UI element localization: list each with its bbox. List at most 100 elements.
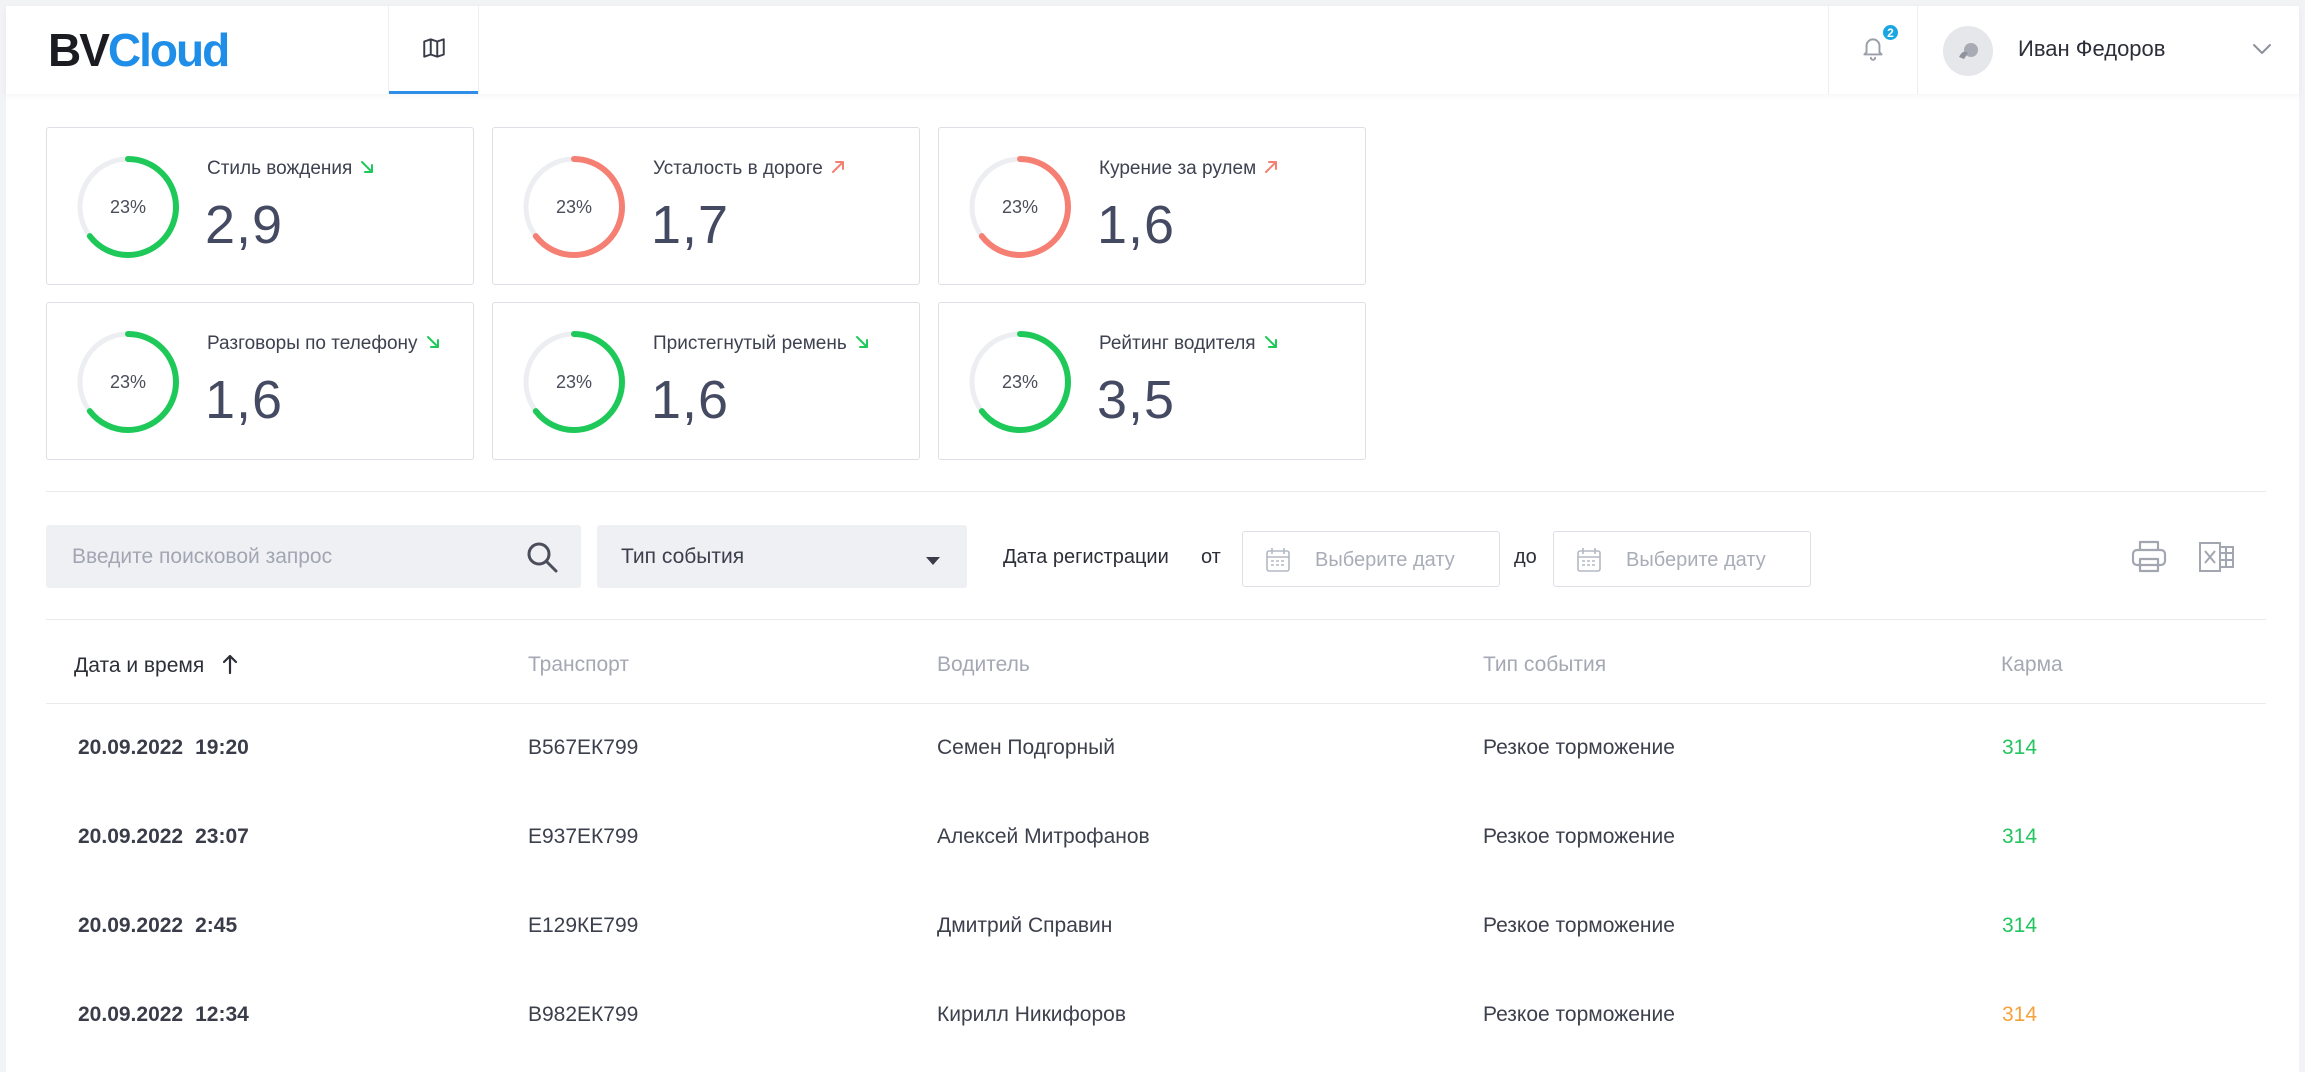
trend-down-icon (855, 335, 869, 354)
tab-map-active-indicator (389, 91, 478, 94)
cell-datetime: 20.09.2022 2:45 (78, 914, 237, 938)
cell-vehicle: Е937ЕК799 (528, 825, 639, 848)
cell-vehicle: Е129КЕ799 (528, 914, 639, 937)
trend-down-icon (426, 335, 440, 354)
cell-date: 20.09.2022 (78, 1003, 184, 1026)
kpi-label: Разговоры по телефону (207, 333, 440, 355)
kpi-label-text: Разговоры по телефону (207, 333, 418, 354)
date-from-field[interactable]: Выберите дату (1242, 531, 1500, 587)
kpi-card[interactable]: 23% Разговоры по телефону 1,6 (46, 302, 474, 460)
cell-time: 12:34 (195, 1003, 249, 1026)
chevron-down-icon[interactable] (2252, 42, 2272, 61)
tab-map[interactable] (388, 6, 479, 94)
table-row[interactable]: 20.09.2022 2:45 Е129КЕ799 Дмитрий Справин Ре… (6, 882, 2299, 971)
cell-event-type: Резкое торможение (1483, 825, 1675, 848)
logo-bv-text: BV (48, 24, 110, 76)
cell-time: 19:20 (195, 736, 249, 759)
kpi-label-text: Курение за рулем (1099, 158, 1257, 179)
kpi-value: 3,5 (1097, 370, 1176, 430)
kpi-card[interactable]: 23% Усталость в дороге 1,7 (492, 127, 920, 285)
map-icon (421, 35, 447, 66)
date-from-placeholder: Выберите дату (1315, 549, 1455, 571)
calendar-icon (1576, 547, 1602, 578)
kpi-card[interactable]: 23% Пристегнутый ремень 1,6 (492, 302, 920, 460)
event-type-select-value: Тип события (621, 545, 745, 568)
avatar[interactable] (1943, 26, 1993, 76)
table-row[interactable]: 20.09.2022 12:34 В982ЕК799 Кирилл Никифоров… (6, 971, 2299, 1060)
kpi-card[interactable]: 23% Курение за рулем 1,6 (938, 127, 1366, 285)
date-to-placeholder: Выберите дату (1626, 549, 1766, 571)
date-from-label: от (1201, 546, 1221, 568)
cell-event-type: Резкое торможение (1483, 736, 1675, 759)
column-header-datetime[interactable]: Дата и время (74, 653, 238, 681)
trend-down-icon (360, 160, 374, 179)
kpi-label: Усталость в дороге (653, 158, 845, 180)
trend-up-icon (831, 160, 845, 179)
search-icon[interactable] (524, 539, 560, 575)
table-row[interactable]: 20.09.2022 23:07 Е937ЕК799 Алексей Митрофан… (6, 793, 2299, 882)
excel-export-icon[interactable] (2198, 539, 2236, 580)
cell-vehicle: В982ЕК799 (528, 1003, 639, 1026)
notifications-button[interactable]: 2 (1828, 6, 1918, 94)
kpi-value: 2,9 (205, 195, 284, 255)
kpi-label: Курение за рулем (1099, 158, 1278, 180)
kpi-value: 1,6 (205, 370, 284, 430)
date-to-field[interactable]: Выберите дату (1553, 531, 1811, 587)
cell-driver[interactable]: Алексей Митрофанов (937, 825, 1150, 849)
cell-karma: 314 (2002, 825, 2038, 848)
cell-karma: 314 (2002, 914, 2038, 937)
search-input[interactable] (46, 525, 516, 588)
cell-time: 23:07 (195, 825, 249, 848)
column-header-vehicle[interactable]: Транспорт (528, 653, 629, 677)
kpi-percent: 23% (555, 196, 593, 217)
cell-date: 20.09.2022 (78, 914, 184, 937)
event-type-select[interactable]: Тип события (597, 525, 967, 588)
kpi-label-text: Стиль вождения (207, 158, 353, 179)
user-placeholder-icon (1959, 43, 1978, 59)
user-name[interactable]: Иван Федоров (2018, 36, 2165, 62)
kpi-label: Пристегнутый ремень (653, 333, 869, 355)
cell-driver[interactable]: Дмитрий Справин (937, 914, 1112, 938)
kpi-percent: 23% (109, 371, 147, 392)
kpi-card[interactable]: 23% Рейтинг водителя 3,5 (938, 302, 1366, 460)
registration-date-label: Дата регистрации (1003, 546, 1169, 568)
print-icon[interactable] (2130, 539, 2168, 580)
cell-event-type: Резкое торможение (1483, 1003, 1675, 1026)
kpi-percent: 23% (555, 371, 593, 392)
kpi-percent: 23% (1001, 196, 1039, 217)
kpi-value: 1,6 (1097, 195, 1176, 255)
date-to-label: до (1514, 546, 1537, 568)
notifications-badge: 2 (1881, 23, 1900, 42)
column-header-event-type[interactable]: Тип события (1483, 653, 1606, 677)
kpi-label: Рейтинг водителя (1099, 333, 1278, 355)
top-header: BVCloud 2 Иван Федоров (6, 6, 2299, 94)
cell-datetime: 20.09.2022 12:34 (78, 1003, 249, 1027)
cell-event-type: Резкое торможение (1483, 914, 1675, 937)
kpi-label: Стиль вождения (207, 158, 374, 180)
search-box (46, 525, 581, 588)
cell-date: 20.09.2022 (78, 736, 184, 759)
cell-driver[interactable]: Кирилл Никифоров (937, 1003, 1126, 1027)
sort-ascending-icon[interactable] (222, 653, 238, 681)
calendar-icon (1265, 547, 1291, 578)
app-frame: BVCloud 2 Иван Федоров 23% Стиль вождени… (6, 6, 2299, 1072)
cell-vehicle: В567ЕК799 (528, 736, 639, 759)
column-header-label: Дата и время (74, 654, 205, 677)
cell-karma: 314 (2002, 1003, 2038, 1026)
kpi-label-text: Рейтинг водителя (1099, 333, 1256, 354)
cell-karma: 314 (2002, 736, 2038, 759)
logo-cloud-text: Cloud (107, 24, 230, 76)
column-header-driver[interactable]: Водитель (937, 653, 1030, 677)
cell-date: 20.09.2022 (78, 825, 184, 848)
kpi-label-text: Усталость в дороге (653, 158, 823, 179)
cell-driver[interactable]: Семен Подгорный (937, 736, 1115, 760)
bvcloud-logo[interactable]: BVCloud (48, 24, 230, 76)
cell-datetime: 20.09.2022 19:20 (78, 736, 249, 760)
caret-down-icon (925, 553, 941, 571)
table-top-border (46, 619, 2266, 620)
kpi-value: 1,7 (651, 195, 730, 255)
table-row[interactable]: 20.09.2022 19:20 В567ЕК799 Семен Подгорный Р… (6, 704, 2299, 793)
column-header-karma[interactable]: Карма (2001, 653, 2063, 677)
kpi-percent: 23% (109, 196, 147, 217)
kpi-card[interactable]: 23% Стиль вождения 2,9 (46, 127, 474, 285)
